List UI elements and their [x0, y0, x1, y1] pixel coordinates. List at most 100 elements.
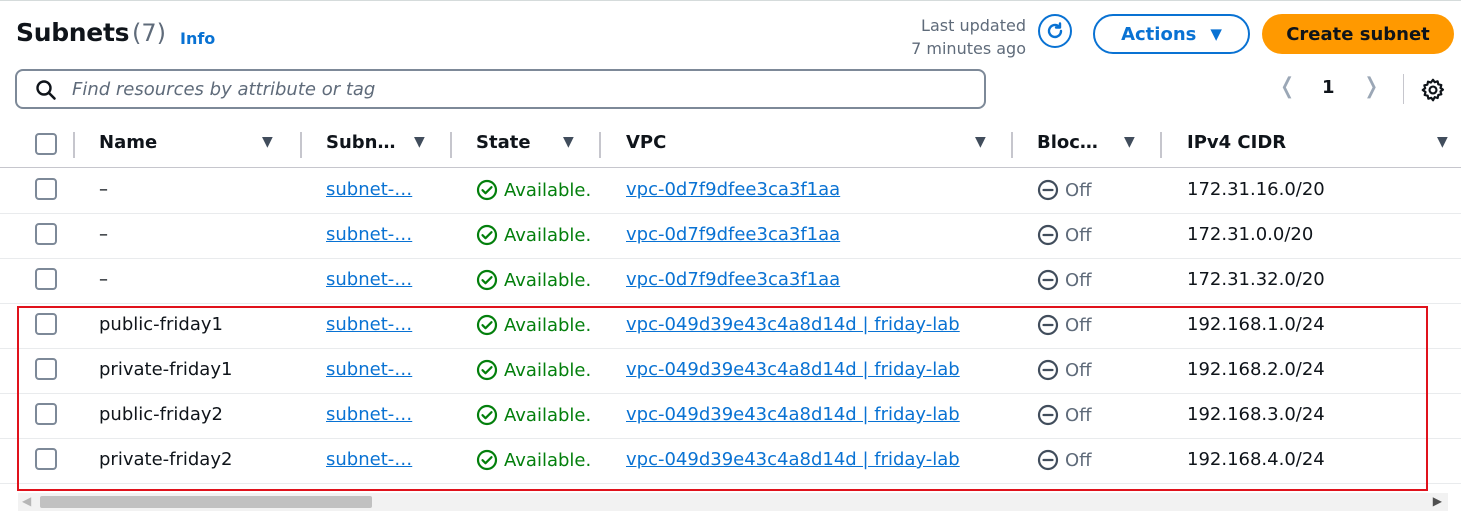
- row-name: –: [99, 269, 108, 290]
- search-bar[interactable]: [15, 69, 986, 109]
- vpc-link[interactable]: vpc-049d39e43c4a8d14d | friday-lab: [626, 359, 960, 380]
- subnet-id-link[interactable]: subnet-…: [326, 404, 412, 425]
- block-cell: Off: [1037, 359, 1092, 381]
- table-row[interactable]: public-friday1 subnet-… Available. vpc-0…: [0, 303, 1461, 349]
- subnet-id-link[interactable]: subnet-…: [326, 179, 412, 200]
- row-checkbox[interactable]: [35, 313, 57, 335]
- minus-circle-icon: [1037, 404, 1059, 426]
- column-header-state[interactable]: State: [476, 132, 531, 153]
- search-input[interactable]: [72, 76, 952, 102]
- block-cell: Off: [1037, 449, 1092, 471]
- row-checkbox[interactable]: [35, 358, 57, 380]
- subnet-id-link[interactable]: subnet-…: [326, 359, 412, 380]
- state-label: Available.: [504, 224, 592, 246]
- select-all-checkbox[interactable]: [35, 133, 57, 155]
- column-divider: [73, 132, 75, 158]
- column-header-vpc[interactable]: VPC: [626, 132, 666, 153]
- column-header-subnet[interactable]: Subn…: [326, 132, 395, 153]
- row-checkbox[interactable]: [35, 178, 57, 200]
- page-number[interactable]: 1: [1322, 77, 1335, 98]
- cidr-value: 192.168.3.0/24: [1187, 404, 1325, 425]
- vpc-link[interactable]: vpc-049d39e43c4a8d14d | friday-lab: [626, 404, 960, 425]
- caret-down-icon[interactable]: ▼: [1437, 134, 1448, 150]
- block-label: Off: [1065, 404, 1092, 426]
- next-page-icon[interactable]: ❭: [1362, 74, 1380, 99]
- subnet-id-link[interactable]: subnet-…: [326, 269, 412, 290]
- column-divider[interactable]: [1160, 132, 1162, 158]
- row-checkbox[interactable]: [35, 448, 57, 470]
- vpc-link[interactable]: vpc-0d7f9dfee3ca3f1aa: [626, 269, 840, 290]
- block-cell: Off: [1037, 269, 1092, 291]
- column-divider[interactable]: [599, 132, 601, 158]
- row-name: public-friday1: [99, 314, 223, 335]
- vpc-link[interactable]: vpc-049d39e43c4a8d14d | friday-lab: [626, 314, 960, 335]
- gear-icon[interactable]: [1420, 77, 1446, 103]
- state-label: Available.: [504, 179, 592, 201]
- check-circle-icon: [476, 224, 498, 246]
- state-label: Available.: [504, 314, 592, 336]
- caret-down-icon[interactable]: ▼: [1124, 134, 1135, 150]
- subnet-id-link[interactable]: subnet-…: [326, 449, 412, 470]
- table-row[interactable]: private-friday2 subnet-… Available. vpc-…: [0, 438, 1461, 484]
- minus-circle-icon: [1037, 269, 1059, 291]
- previous-page-icon[interactable]: ❬: [1278, 74, 1296, 99]
- row-checkbox[interactable]: [35, 268, 57, 290]
- row-name: private-friday1: [99, 359, 233, 380]
- table-row[interactable]: private-friday1 subnet-… Available. vpc-…: [0, 348, 1461, 394]
- page-title: Subnets: [16, 18, 130, 47]
- check-circle-icon: [476, 314, 498, 336]
- cidr-value: 172.31.0.0/20: [1187, 224, 1314, 245]
- block-label: Off: [1065, 449, 1092, 471]
- column-divider[interactable]: [300, 132, 302, 158]
- refresh-button[interactable]: [1038, 14, 1072, 48]
- state-label: Available.: [504, 269, 592, 291]
- check-circle-icon: [476, 269, 498, 291]
- caret-down-icon[interactable]: ▼: [975, 134, 986, 150]
- check-circle-icon: [476, 404, 498, 426]
- row-name: –: [99, 179, 108, 200]
- subnet-id-link[interactable]: subnet-…: [326, 314, 412, 335]
- scrollbar-thumb[interactable]: [40, 496, 372, 508]
- actions-button[interactable]: Actions ▼: [1093, 14, 1250, 54]
- table-row[interactable]: – subnet-… Available. vpc-0d7f9dfee3ca3f…: [0, 258, 1461, 304]
- column-header-name[interactable]: Name: [99, 132, 157, 153]
- column-header-cidr[interactable]: IPv4 CIDR: [1187, 132, 1286, 153]
- caret-down-icon[interactable]: ▼: [262, 134, 273, 150]
- scroll-right-icon[interactable]: ▶: [1433, 494, 1442, 508]
- cidr-value: 192.168.1.0/24: [1187, 314, 1325, 335]
- minus-circle-icon: [1037, 224, 1059, 246]
- table-row[interactable]: public-friday2 subnet-… Available. vpc-0…: [0, 393, 1461, 439]
- row-checkbox[interactable]: [35, 223, 57, 245]
- cidr-value: 192.168.2.0/24: [1187, 359, 1325, 380]
- column-divider[interactable]: [1011, 132, 1013, 158]
- vpc-link[interactable]: vpc-0d7f9dfee3ca3f1aa: [626, 224, 840, 245]
- column-header-block[interactable]: Bloc…: [1037, 132, 1098, 153]
- caret-down-icon: ▼: [1210, 25, 1222, 43]
- table-row[interactable]: – subnet-… Available. vpc-0d7f9dfee3ca3f…: [0, 213, 1461, 259]
- vpc-link[interactable]: vpc-0d7f9dfee3ca3f1aa: [626, 179, 840, 200]
- table-row[interactable]: – subnet-… Available. vpc-0d7f9dfee3ca3f…: [0, 168, 1461, 214]
- state-cell: Available.: [476, 359, 591, 381]
- subnet-id-link[interactable]: subnet-…: [326, 224, 412, 245]
- row-checkbox[interactable]: [35, 403, 57, 425]
- row-name: –: [99, 224, 108, 245]
- cidr-value: 192.168.4.0/24: [1187, 449, 1325, 470]
- block-label: Off: [1065, 269, 1092, 291]
- caret-down-icon[interactable]: ▼: [414, 134, 425, 150]
- minus-circle-icon: [1037, 314, 1059, 336]
- top-border: [0, 0, 1461, 1]
- state-cell: Available.: [476, 404, 591, 426]
- info-link[interactable]: Info: [180, 29, 215, 48]
- horizontal-scrollbar[interactable]: ◀ ▶: [18, 493, 1448, 511]
- row-name: private-friday2: [99, 449, 233, 470]
- caret-down-icon[interactable]: ▼: [563, 134, 574, 150]
- vpc-link[interactable]: vpc-049d39e43c4a8d14d | friday-lab: [626, 449, 960, 470]
- scroll-left-icon[interactable]: ◀: [22, 494, 31, 508]
- refresh-icon: [1047, 22, 1063, 39]
- column-divider[interactable]: [450, 132, 452, 158]
- table-header: Name ▼ Subn… ▼ State ▼ VPC ▼ Bloc… ▼ IPv…: [0, 122, 1461, 168]
- block-label: Off: [1065, 224, 1092, 246]
- create-subnet-button[interactable]: Create subnet: [1262, 14, 1454, 54]
- check-circle-icon: [476, 449, 498, 471]
- check-circle-icon: [476, 179, 498, 201]
